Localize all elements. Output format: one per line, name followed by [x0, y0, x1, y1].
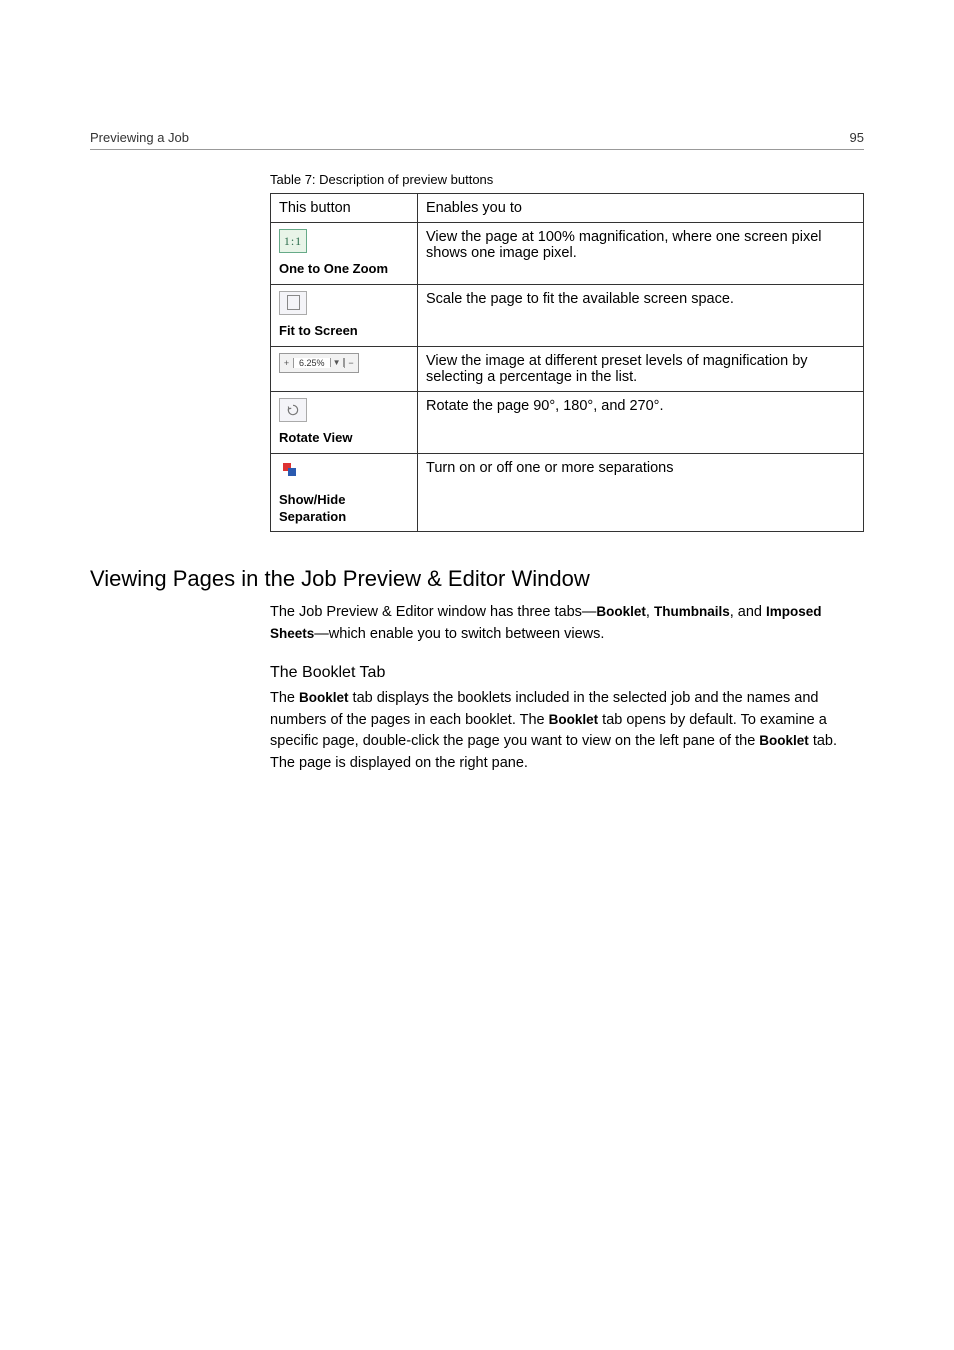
- table-caption: Table 7: Description of preview buttons: [270, 172, 864, 187]
- one-to-one-zoom-icon[interactable]: 1:1: [279, 229, 307, 253]
- fit-to-screen-icon[interactable]: [279, 291, 307, 315]
- zoom-plus-icon[interactable]: +: [280, 358, 294, 368]
- page-header: Previewing a Job 95: [90, 130, 864, 150]
- table-row: Rotate View Rotate the page 90°, 180°, a…: [271, 391, 864, 453]
- button-label: One to One Zoom: [279, 261, 409, 278]
- cell-desc: Scale the page to fit the available scre…: [418, 284, 864, 346]
- zoom-value: 6.25%: [294, 358, 330, 368]
- button-label: Show/Hide Separation: [279, 492, 409, 526]
- intro-paragraph: The Job Preview & Editor window has thre…: [270, 602, 864, 646]
- dropdown-arrow-icon[interactable]: ▼: [330, 358, 344, 367]
- cell-desc: View the page at 100% magnification, whe…: [418, 223, 864, 285]
- col-header-button: This button: [271, 194, 418, 223]
- cell-desc: Rotate the page 90°, 180°, and 270°.: [418, 391, 864, 453]
- subsection-heading: The Booklet Tab: [270, 664, 864, 682]
- cell-desc: View the image at different preset level…: [418, 346, 864, 391]
- table-head-row: This button Enables you to: [271, 194, 864, 223]
- button-label: Rotate View: [279, 430, 409, 447]
- button-label: Fit to Screen: [279, 323, 409, 340]
- cell-desc: Turn on or off one or more separations: [418, 453, 864, 532]
- header-left: Previewing a Job: [90, 130, 189, 145]
- booklet-paragraph: The Booklet tab displays the booklets in…: [270, 688, 864, 775]
- table-row: Fit to Screen Scale the page to fit the …: [271, 284, 864, 346]
- show-hide-separation-icon[interactable]: [279, 460, 301, 480]
- zoom-percentage-selector[interactable]: + 6.25% ▼ −: [279, 353, 359, 373]
- rotate-view-icon[interactable]: [279, 398, 307, 422]
- preview-buttons-table: This button Enables you to 1:1 One to On…: [270, 193, 864, 532]
- zoom-minus-icon[interactable]: −: [344, 358, 358, 368]
- thumbnails-tab-name: Thumbnails: [654, 604, 730, 619]
- page-number: 95: [850, 130, 864, 145]
- col-header-desc: Enables you to: [418, 194, 864, 223]
- section-heading: Viewing Pages in the Job Preview & Edito…: [90, 566, 864, 592]
- booklet-tab-name: Booklet: [596, 604, 646, 619]
- table-row: + 6.25% ▼ − View the image at different …: [271, 346, 864, 391]
- table-row: 1:1 One to One Zoom View the page at 100…: [271, 223, 864, 285]
- table-row: Show/Hide Separation Turn on or off one …: [271, 453, 864, 532]
